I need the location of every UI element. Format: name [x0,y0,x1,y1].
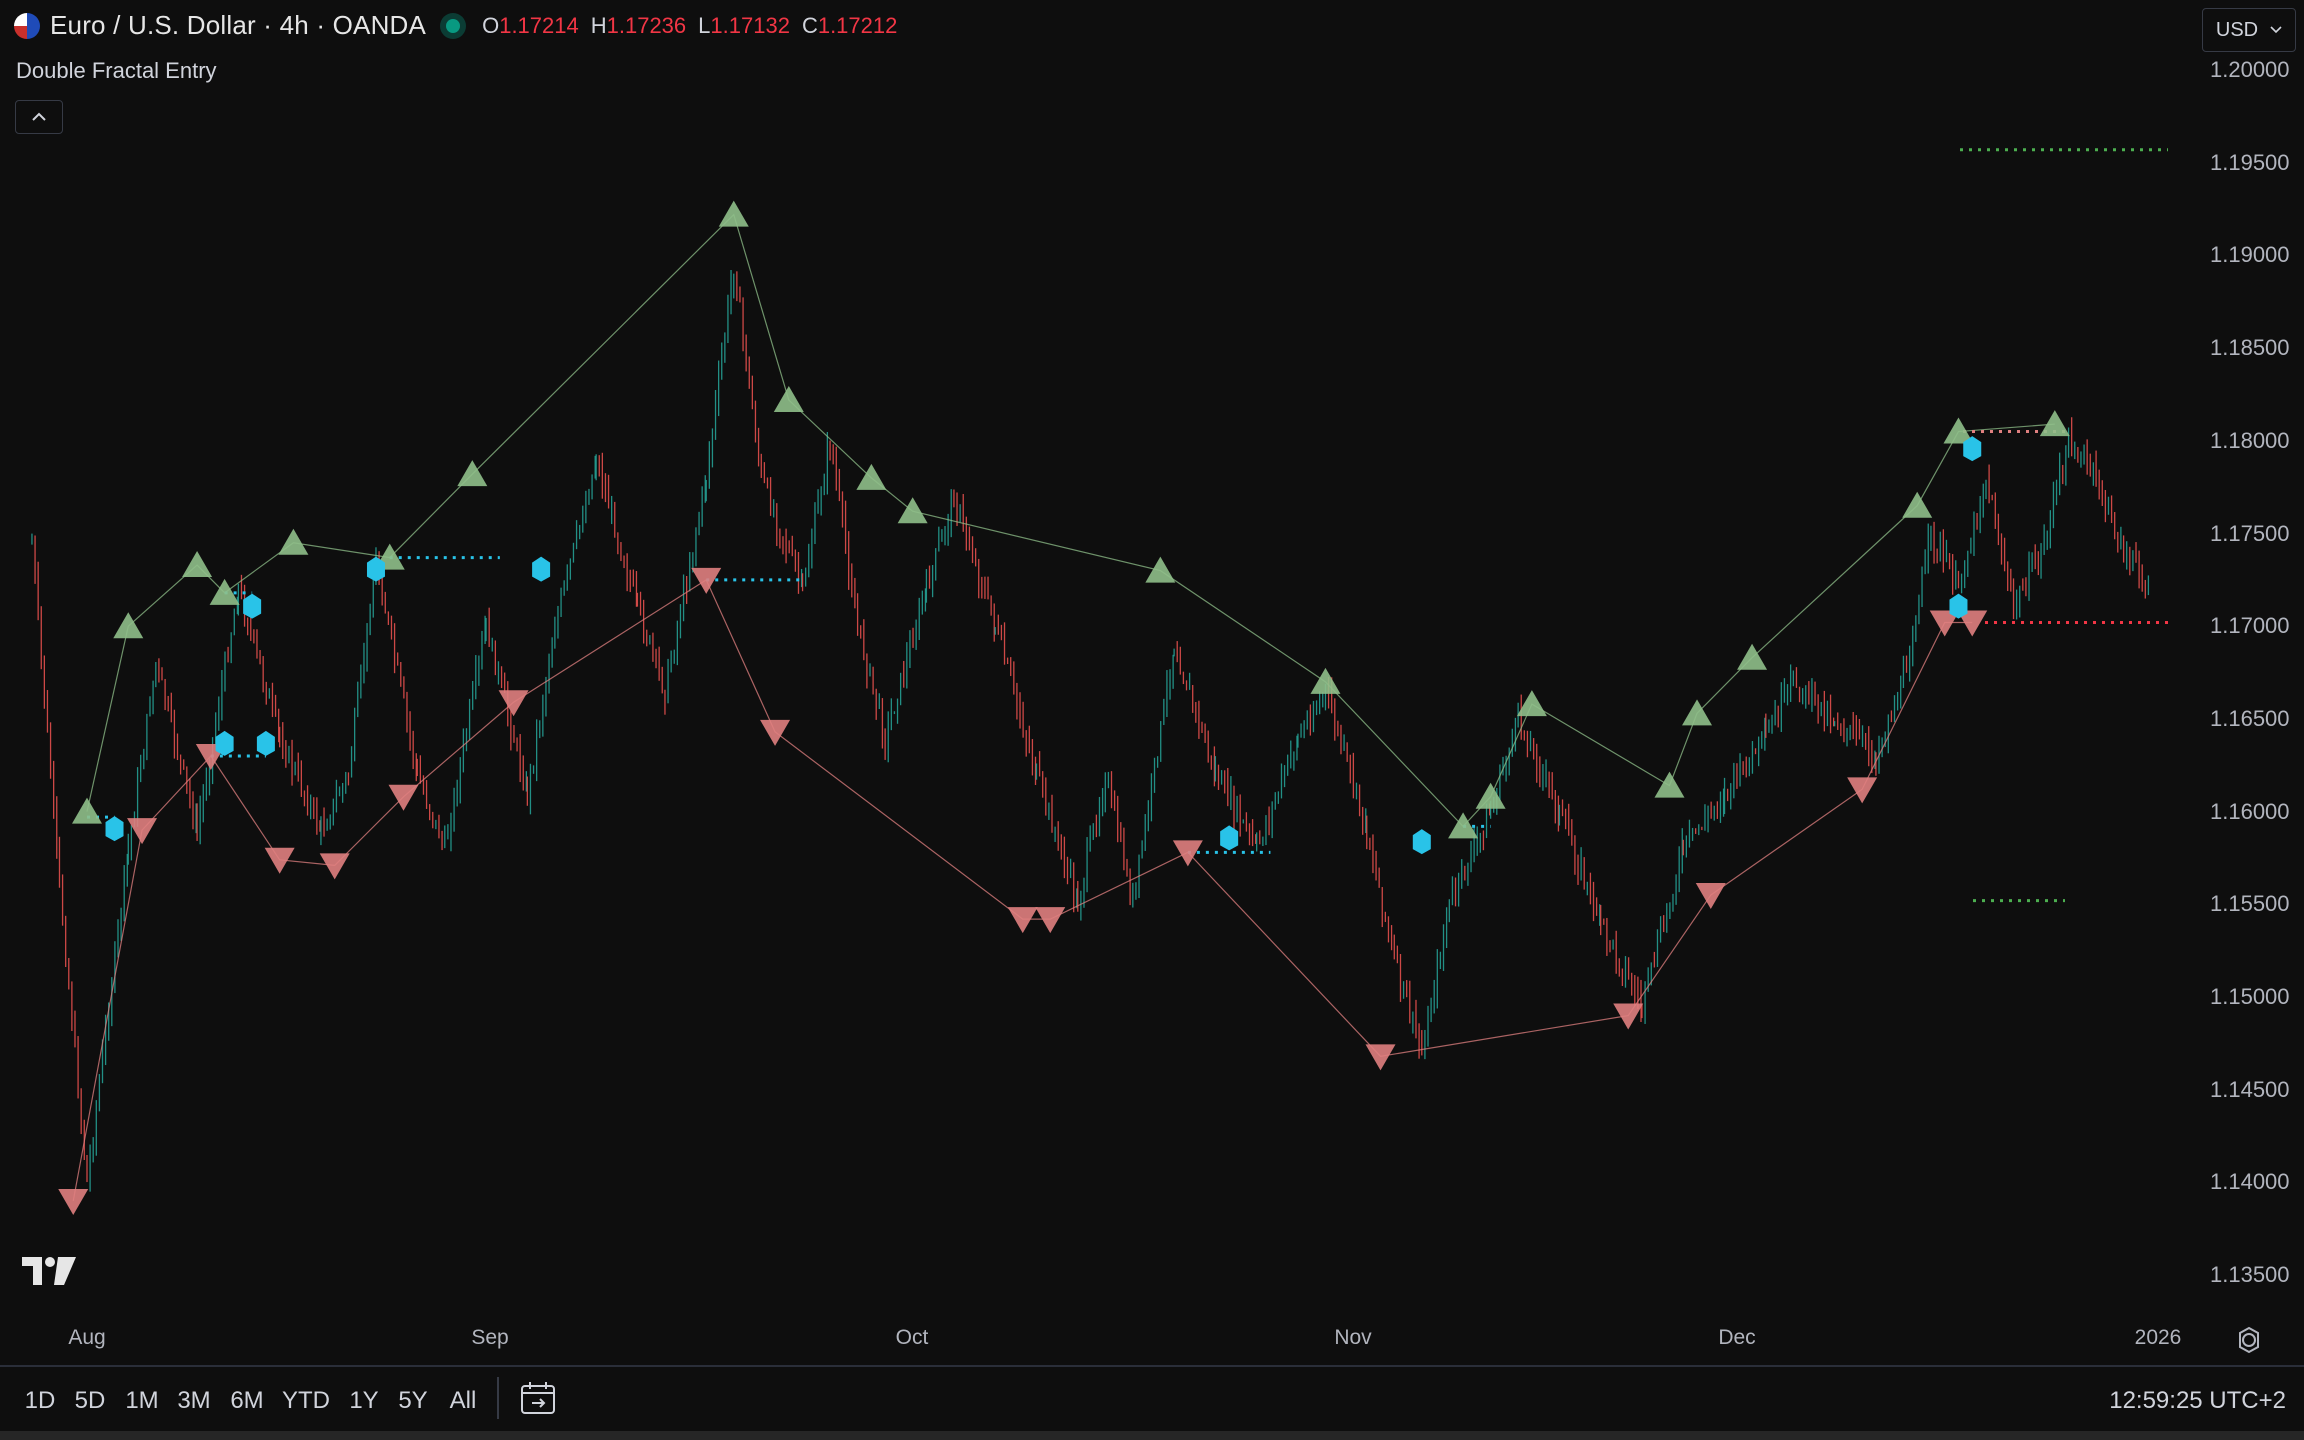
price-axis-label: 1.19500 [2210,149,2290,175]
legend-collapse-button[interactable] [15,100,63,134]
entry-marker [1412,829,1431,855]
ohlc-close-key: C [801,12,818,38]
fractal-up-marker [2039,410,2070,437]
entry-marker [1949,593,1968,619]
price-axis-label: 1.16500 [2210,705,2290,731]
fractal-down-marker [1613,1003,1644,1030]
calendar-goto-icon[interactable] [520,1381,556,1415]
time-axis-label: Oct [895,1326,929,1349]
fractal-up-marker [1145,556,1176,583]
price-axis-label: 1.20000 [2210,57,2290,82]
fractal-down-marker [1365,1044,1396,1071]
fractal-down-marker [319,853,350,880]
chart-clock[interactable]: 12:59:25 UTC+2 [2109,1387,2286,1415]
price-axis-label: 1.15500 [2210,891,2290,917]
fractal-down-marker [1695,883,1726,910]
fractal-up-marker [718,200,749,227]
price-axis-label: 1.14500 [2210,1076,2290,1102]
range-button-all[interactable]: All [450,1387,477,1415]
price-axis-label: 1.18000 [2210,427,2290,453]
fractal-down-marker [1847,777,1878,804]
time-axis-label: 2026 [2134,1326,2182,1349]
fractal-up-marker [278,528,309,555]
price-axis-label: 1.14000 [2210,1169,2290,1195]
fractal-up-marker [1654,771,1685,798]
bottom-strip [0,1431,2304,1440]
fractal-down-marker [58,1188,89,1215]
fractal-up-marker [1310,667,1341,694]
fractal-low-line [72,578,1973,1202]
fractal-up-marker [1902,491,1933,518]
ohlc-high-value: 1.17236 [606,12,687,38]
range-button-ytd[interactable]: YTD [282,1387,330,1415]
range-button-6m[interactable]: 6M [230,1387,263,1415]
entry-marker [215,730,234,756]
currency-label: USD [2215,18,2259,41]
time-axis-label: Nov [1334,1326,1372,1349]
range-button-3m[interactable]: 3M [177,1387,210,1415]
price-axis-label: 1.16000 [2210,798,2290,824]
fractal-down-marker [498,690,529,717]
entry-marker [105,816,124,842]
axis-settings-icon[interactable] [2234,1325,2264,1355]
fractal-lines [72,213,2055,1202]
fractal-up-marker [897,497,928,524]
market-status-icon [446,18,461,33]
symbol-header: Euro / U.S. Dollar · 4h · OANDA O1.17214… [14,10,897,41]
price-axis-label: 1.18500 [2210,335,2290,361]
entry-marker [532,556,551,582]
ohlc-low-value: 1.17132 [710,12,790,38]
fractal-markers [58,200,2070,1215]
fractal-high-line [86,213,2055,828]
bottom-toolbar: 1D 5D 1M 3M 6M YTD 1Y 5Y All 12:59:25 UTC+2 [0,1365,2304,1431]
time-axis-label: Sep [471,1326,509,1349]
tradingview-logo-icon[interactable] [20,1255,78,1287]
time-axis-label: Dec [1718,1326,1756,1349]
toolbar-separator [497,1377,499,1419]
chevron-up-icon [32,112,46,121]
indicator-legend-title[interactable]: Double Fractal Entry [16,58,217,84]
price-axis-label: 1.19000 [2210,242,2290,268]
fractal-up-marker [773,386,804,413]
candlestick-series [31,270,2150,1192]
price-chart[interactable] [0,0,2304,1362]
chevron-down-icon [2270,26,2282,34]
fractal-down-marker [1035,907,1066,934]
time-axis-label: Aug [68,1326,106,1349]
fractal-up-marker [72,797,102,824]
range-button-5y[interactable]: 5Y [398,1387,427,1415]
entry-marker [1220,825,1239,851]
range-button-1y[interactable]: 1Y [349,1387,378,1415]
symbol-title[interactable]: Euro / U.S. Dollar · 4h · OANDA [50,10,426,41]
ohlc-close-value: 1.17212 [817,12,898,38]
ohlc-open-key: O [482,12,500,38]
eur-usd-flag-icon [14,12,40,39]
currency-select[interactable]: USD [2202,8,2296,52]
price-axis-label: 1.17500 [2210,520,2290,546]
range-button-1m[interactable]: 1M [125,1387,158,1415]
range-button-1d[interactable]: 1D [25,1387,56,1415]
fractal-up-marker [1475,782,1506,809]
ohlc-low-key: L [698,12,711,38]
range-button-5d[interactable]: 5D [75,1387,106,1415]
price-axis-label: 1.15000 [2210,984,2290,1009]
fractal-up-marker [182,551,213,578]
fractal-down-marker [760,719,791,746]
price-axis-label: 1.13500 [2210,1262,2290,1288]
ohlc-high-key: H [590,12,607,38]
ohlc-readout: O1.17214 H1.17236 L1.17132 C1.17212 [482,13,897,39]
entry-marker [256,730,275,756]
price-axis-label: 1.17000 [2210,613,2290,639]
ohlc-open-value: 1.17214 [499,12,579,38]
entry-marker [243,593,262,619]
fractal-down-marker [1007,907,1038,934]
